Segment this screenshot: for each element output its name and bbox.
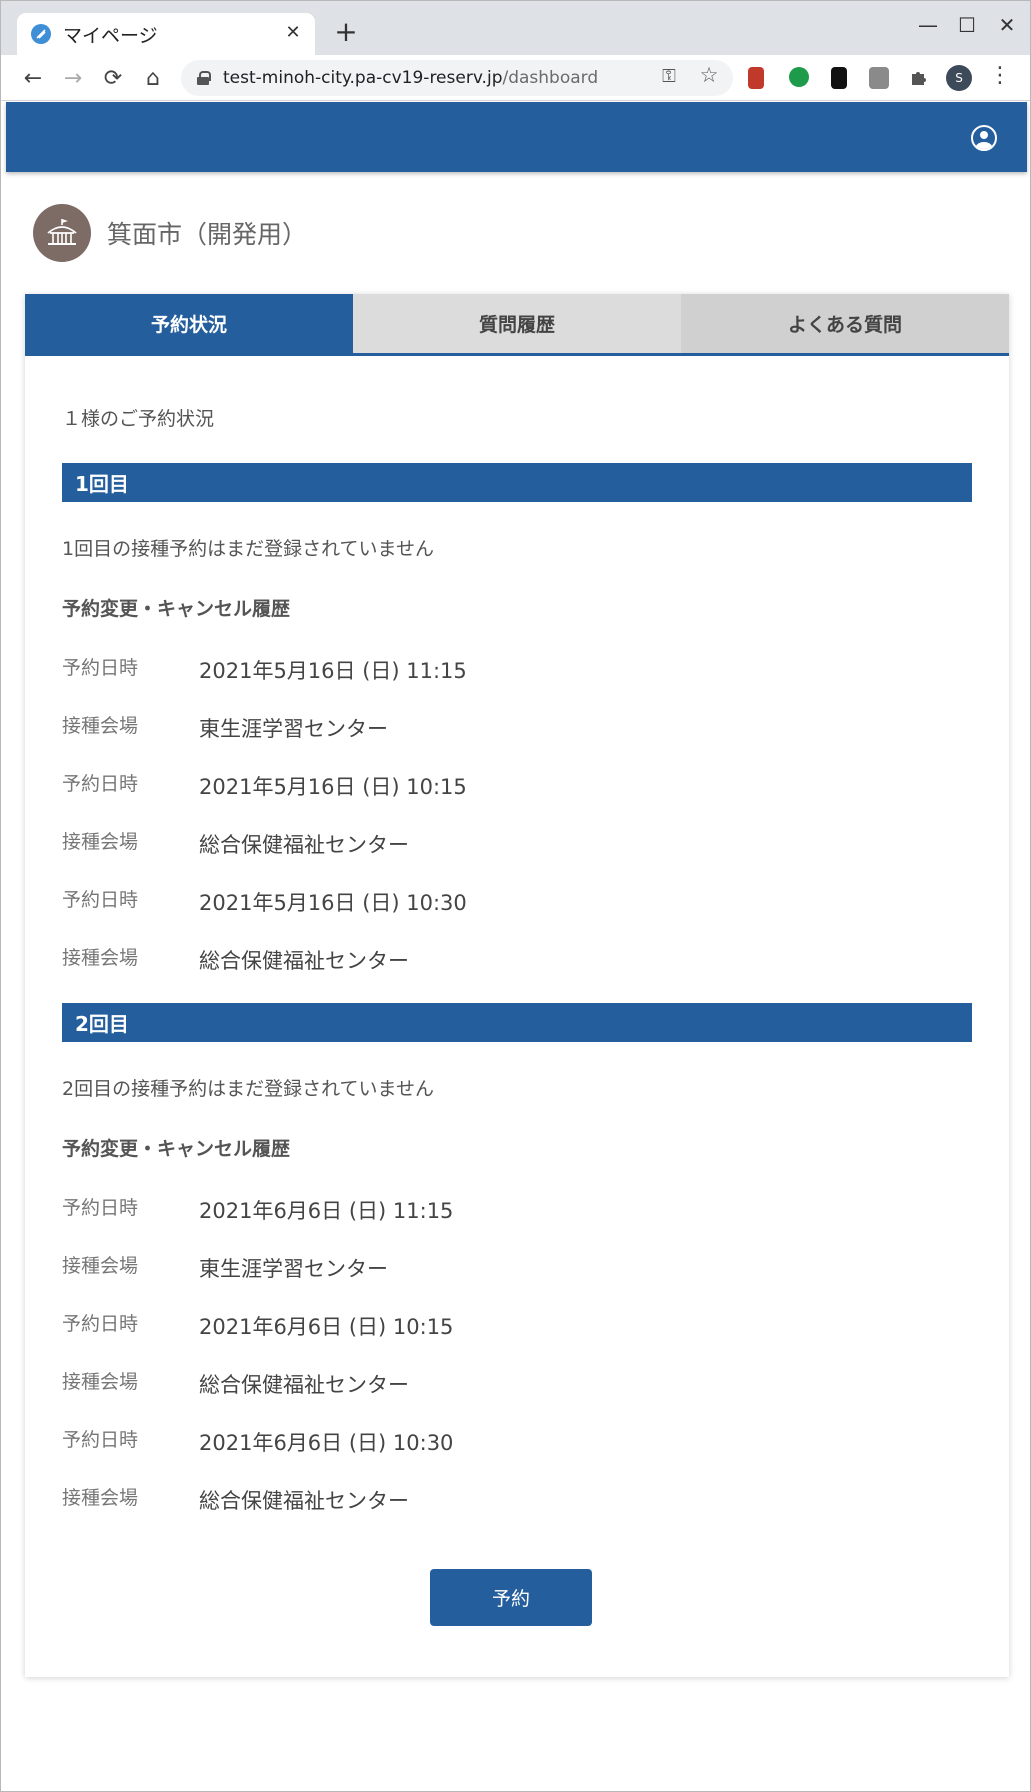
row-label: 接種会場 xyxy=(62,1487,139,1509)
history-row: 予約日時 2021年6月6日 (日) 11:15 xyxy=(62,1193,972,1223)
section-header-dose-1: 1回目 xyxy=(62,463,972,502)
tab-bar: 予約状況 質問履歴 よくある質問 xyxy=(25,294,1009,356)
tab-question-history[interactable]: 質問履歴 xyxy=(353,294,681,353)
history-row: 予約日時 2021年6月6日 (日) 10:30 xyxy=(62,1425,972,1455)
not-registered-message: 1回目の接種予約はまだ登録されていません xyxy=(62,538,434,560)
row-label: 予約日時 xyxy=(62,1197,139,1219)
history-row: 接種会場 総合保健福祉センター xyxy=(62,943,972,973)
org-header: 箕面市（開発用） xyxy=(33,204,307,262)
lock-icon xyxy=(197,71,211,85)
history-row: 接種会場 総合保健福祉センター xyxy=(62,827,972,857)
not-registered-message: 2回目の接種予約はまだ登録されていません xyxy=(62,1078,434,1100)
browser-toolbar: ← → ⟳ ⌂ test-minoh-city.pa-cv19-reserv.j… xyxy=(1,55,1030,101)
row-label: 接種会場 xyxy=(62,947,139,969)
browser-tab[interactable]: マイページ ✕ xyxy=(17,13,315,55)
row-value: 2021年6月6日 (日) 10:30 xyxy=(199,1431,454,1455)
extension-green-bubble-icon[interactable] xyxy=(789,67,809,87)
row-value: 2021年6月6日 (日) 11:15 xyxy=(199,1199,454,1223)
row-label: 予約日時 xyxy=(62,1429,139,1451)
tab-strip: マイページ ✕ + — ☐ ✕ xyxy=(1,1,1030,55)
url-host: test-minoh-city.pa-cv19-reserv.jp xyxy=(223,68,503,88)
section-header-dose-2: 2回目 xyxy=(62,1003,972,1042)
reload-icon[interactable]: ⟳ xyxy=(97,62,129,94)
app-header xyxy=(6,102,1027,172)
row-label: 予約日時 xyxy=(62,1313,139,1335)
key-icon[interactable]: ⚿ xyxy=(657,66,681,87)
extension-line-icon[interactable] xyxy=(869,67,889,89)
new-tab-button[interactable]: + xyxy=(331,17,361,47)
extension-bookmark-icon[interactable] xyxy=(831,67,847,89)
browser-window: マイページ ✕ + — ☐ ✕ ← → ⟳ ⌂ test-minoh-city.… xyxy=(0,0,1031,1792)
history-title: 予約変更・キャンセル履歴 xyxy=(62,1138,291,1160)
row-value: 総合保健福祉センター xyxy=(199,1489,409,1513)
history-row: 予約日時 2021年5月16日 (日) 10:30 xyxy=(62,885,972,915)
profile-avatar[interactable]: S xyxy=(946,65,972,91)
home-icon[interactable]: ⌂ xyxy=(137,62,169,94)
row-value: 2021年5月16日 (日) 11:15 xyxy=(199,659,467,683)
row-value: 東生涯学習センター xyxy=(199,1257,388,1281)
history-row: 接種会場 総合保健福祉センター xyxy=(62,1483,972,1513)
tab-title: マイページ xyxy=(63,24,158,47)
history-title: 予約変更・キャンセル履歴 xyxy=(62,598,291,620)
row-label: 予約日時 xyxy=(62,657,139,679)
row-value: 総合保健福祉センター xyxy=(199,949,409,973)
tab-reservation-status[interactable]: 予約状況 xyxy=(25,294,353,353)
maximize-icon[interactable]: ☐ xyxy=(952,13,982,37)
status-title: １様のご予約状況 xyxy=(62,408,215,430)
row-value: 2021年5月16日 (日) 10:15 xyxy=(199,775,467,799)
history-row: 接種会場 総合保健福祉センター xyxy=(62,1367,972,1397)
back-icon[interactable]: ← xyxy=(17,62,49,94)
row-label: 予約日時 xyxy=(62,773,139,795)
user-account-icon[interactable] xyxy=(971,125,997,151)
history-row: 予約日時 2021年6月6日 (日) 10:15 xyxy=(62,1309,972,1339)
forward-icon[interactable]: → xyxy=(57,62,89,94)
row-label: 接種会場 xyxy=(62,1371,139,1393)
row-label: 接種会場 xyxy=(62,831,139,853)
minimize-icon[interactable]: — xyxy=(913,13,943,37)
star-icon[interactable]: ☆ xyxy=(697,63,721,87)
history-row: 予約日時 2021年5月16日 (日) 11:15 xyxy=(62,653,972,683)
window-close-icon[interactable]: ✕ xyxy=(992,13,1022,37)
row-value: 2021年6月6日 (日) 10:15 xyxy=(199,1315,454,1339)
row-value: 総合保健福祉センター xyxy=(199,1373,409,1397)
row-label: 接種会場 xyxy=(62,1255,139,1277)
extensions-puzzle-icon[interactable] xyxy=(909,67,929,89)
row-value: 総合保健福祉センター xyxy=(199,833,409,857)
tab-close-icon[interactable]: ✕ xyxy=(281,22,305,43)
history-row: 予約日時 2021年5月16日 (日) 10:15 xyxy=(62,769,972,799)
row-value: 2021年5月16日 (日) 10:30 xyxy=(199,891,467,915)
history-row: 接種会場 東生涯学習センター xyxy=(62,1251,972,1281)
reserve-button[interactable]: 予約 xyxy=(430,1569,592,1626)
dashboard-card: 予約状況 質問履歴 よくある質問 １様のご予約状況 1回目 1回目の接種予約はま… xyxy=(25,294,1009,1677)
org-name: 箕面市（開発用） xyxy=(107,220,308,249)
row-label: 接種会場 xyxy=(62,715,139,737)
tab-faq[interactable]: よくある質問 xyxy=(681,294,1009,353)
row-value: 東生涯学習センター xyxy=(199,717,388,741)
favicon-icon xyxy=(31,24,51,44)
city-hall-icon xyxy=(33,204,91,262)
history-row: 接種会場 東生涯学習センター xyxy=(62,711,972,741)
extension-red-book-icon[interactable] xyxy=(748,67,764,89)
row-label: 予約日時 xyxy=(62,889,139,911)
url-path: /dashboard xyxy=(502,68,599,88)
url-text: test-minoh-city.pa-cv19-reserv.jp/dashbo… xyxy=(223,68,598,88)
address-bar[interactable]: test-minoh-city.pa-cv19-reserv.jp/dashbo… xyxy=(181,60,733,96)
browser-menu-icon[interactable]: ⋮ xyxy=(989,63,1011,88)
